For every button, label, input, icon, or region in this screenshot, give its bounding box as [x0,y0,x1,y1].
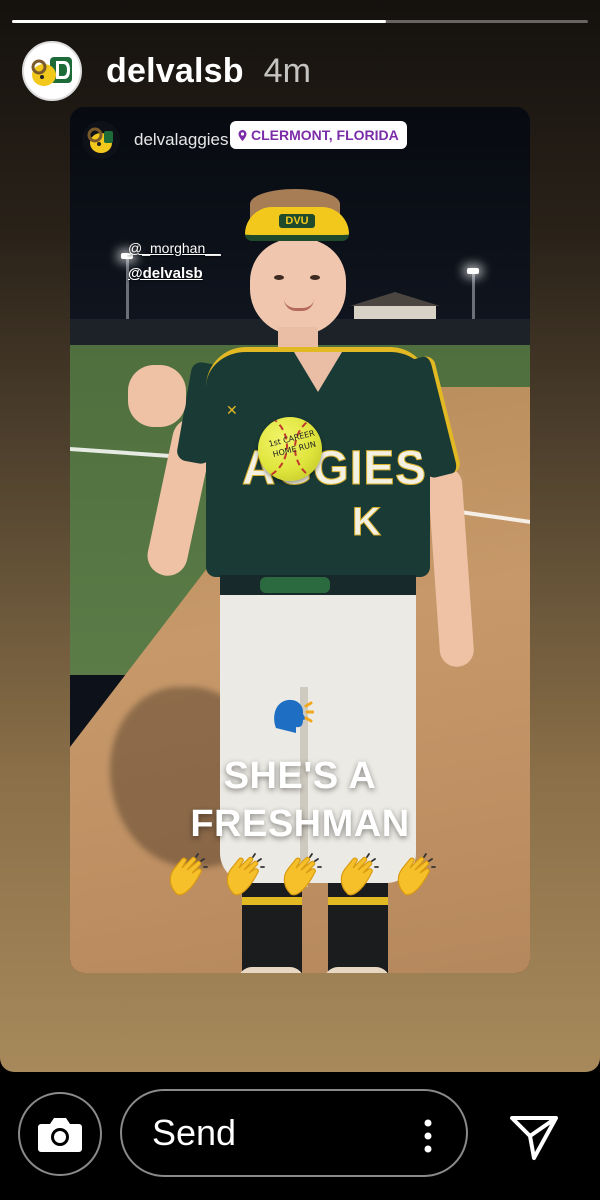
story-header: delvalsb 4m [22,40,311,102]
more-vertical-icon[interactable] [424,1119,432,1153]
jersey-number: K [352,500,382,545]
reposted-story-card[interactable]: DVU ✕ AGGIES K 1st CAREER HOME RUN delva… [70,107,530,973]
cleat [238,967,304,973]
location-pin-icon [238,129,247,141]
clap-emoji-row [166,853,438,897]
cleat [324,967,390,973]
speaking-head-icon [274,699,314,733]
story-username[interactable]: delvalsb [106,52,244,91]
team-visor: DVU [245,207,349,241]
home-run-softball: 1st CAREER HOME RUN [258,417,322,481]
stadium-light [467,268,479,274]
brand-logo-icon: ✕ [226,402,238,418]
belt-buckle [260,577,330,593]
reposted-header: delvalaggies [82,121,229,159]
send-placeholder: Send [152,1112,237,1153]
send-message-input[interactable]: Send [120,1089,468,1177]
clapping-hands-icon [397,853,436,896]
camera-icon [38,1118,82,1152]
clapping-hands-icon [169,853,208,896]
reposted-username[interactable]: delvalaggies [134,130,229,150]
clapping-hands-icon [283,853,322,896]
story-progress-fill [12,20,387,23]
mention-tag[interactable]: @_morghan__ [128,240,221,256]
profile-avatar[interactable] [22,41,82,101]
location-sticker[interactable]: CLERMONT, FLORIDA [230,121,407,149]
camera-button[interactable] [18,1092,102,1176]
story-progress-bar [12,20,588,23]
direct-message-icon[interactable] [508,1110,560,1162]
player-face [250,239,346,335]
mention-tag[interactable]: @delvalsb [128,265,203,282]
reply-bar: Send [0,1072,600,1200]
clapping-hands-icon [340,853,379,896]
location-label: CLERMONT, FLORIDA [251,127,399,143]
reposted-avatar[interactable] [82,121,120,159]
story-time-ago: 4m [263,51,311,90]
player-hand [128,365,186,427]
visor-logo: DVU [279,214,315,228]
caption-line-2: FRESHMAN [190,803,410,845]
caption-line-1: SHE'S A [223,755,377,797]
clapping-hands-icon [226,853,265,896]
ram-mascot-icon [87,127,113,153]
ram-logo-icon [27,46,77,96]
